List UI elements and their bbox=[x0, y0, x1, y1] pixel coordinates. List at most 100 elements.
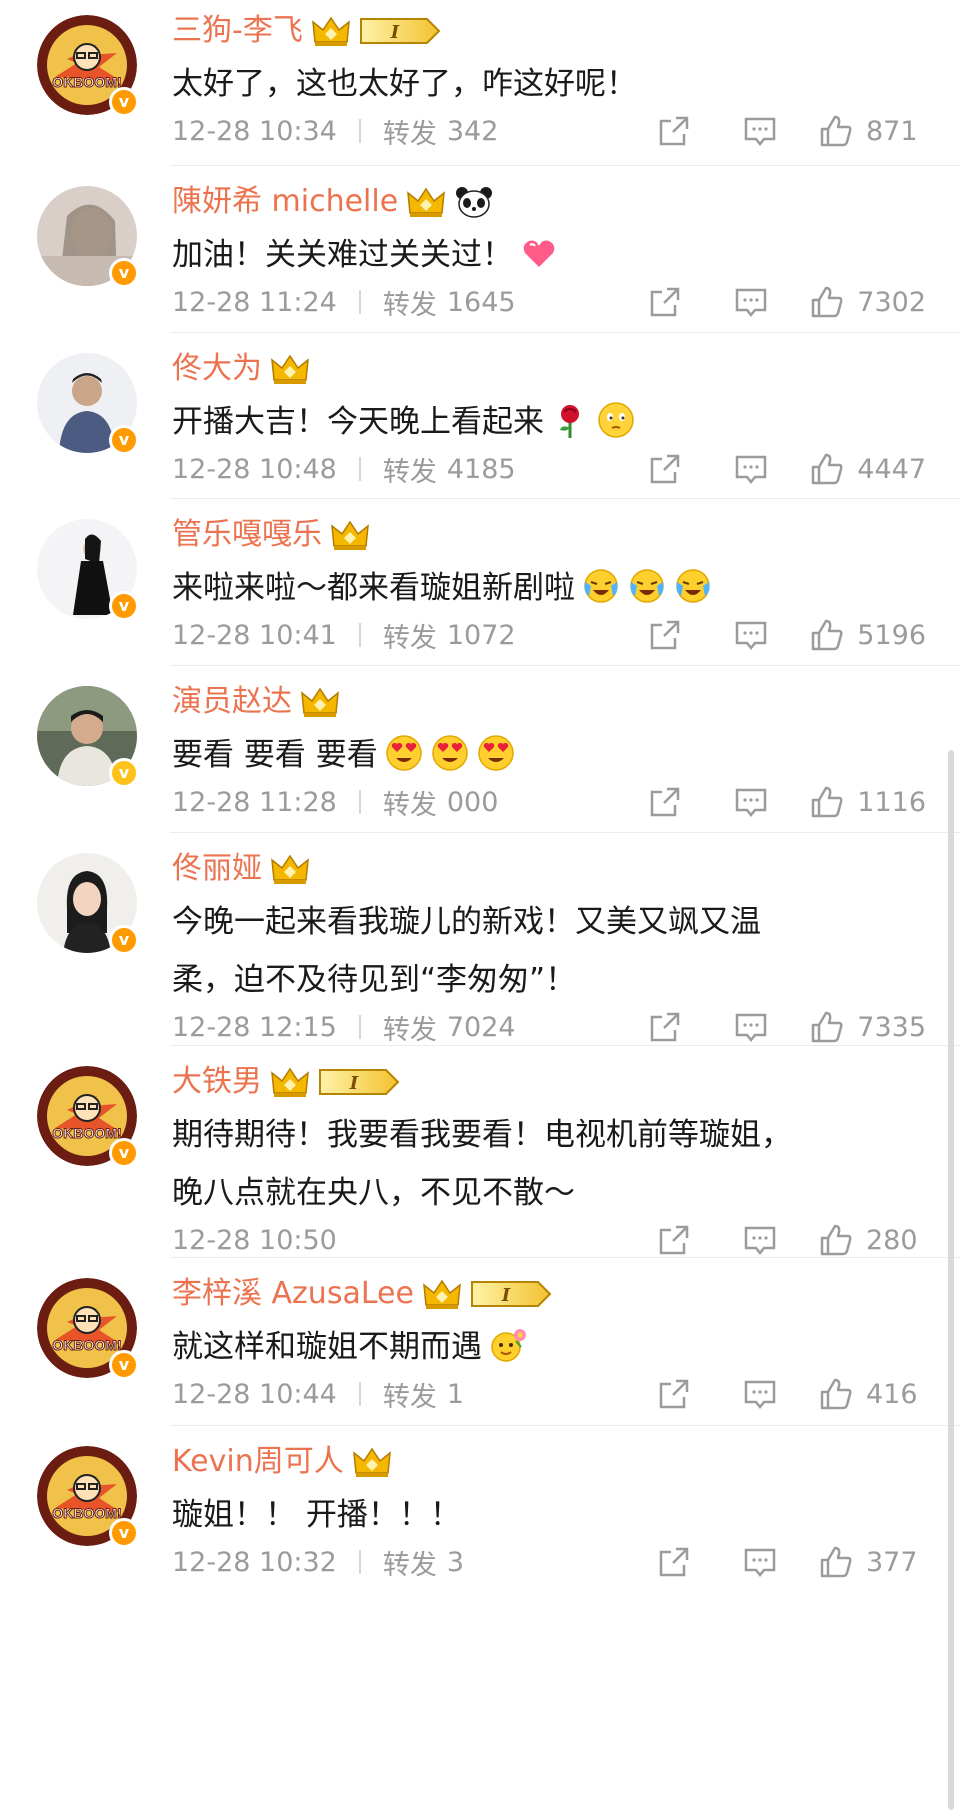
comment-icon[interactable] bbox=[733, 451, 769, 487]
like-count: 377 bbox=[866, 1546, 918, 1578]
svg-text:OKBOOM!: OKBOOM! bbox=[52, 74, 121, 90]
comment-text-body: 今晚一起来看我璇儿的新戏！又美又飒又温 柔，迫不及待见到“李匆匆”！ bbox=[172, 904, 761, 998]
crown-icon bbox=[352, 1445, 392, 1479]
avatar[interactable]: v bbox=[37, 686, 139, 788]
repost-count: 1 bbox=[446, 1378, 465, 1410]
scrollbar[interactable] bbox=[948, 750, 954, 1810]
username[interactable]: 管乐嘎嘎乐 bbox=[172, 515, 322, 555]
comment-text-body: 开播大吉！今天晚上看起来 bbox=[172, 404, 544, 440]
like-button[interactable]: 377 bbox=[818, 1544, 926, 1580]
divider bbox=[358, 457, 361, 481]
like-button[interactable]: 7302 bbox=[809, 284, 926, 320]
repost-label[interactable]: 转发 bbox=[383, 112, 437, 151]
username[interactable]: 李梓溪 AzusaLee bbox=[172, 1274, 414, 1314]
share-icon[interactable] bbox=[656, 113, 692, 149]
comment-item: OKBOOM! v 三狗-李飞 I 太好了，这也太好了，咋这好呢！ 12-28 10:34… bbox=[0, 0, 960, 166]
username[interactable]: 陳妍希 michelle bbox=[172, 182, 398, 222]
username[interactable]: 佟大为 bbox=[172, 349, 262, 389]
like-button[interactable]: 1116 bbox=[809, 784, 926, 820]
verified-badge-icon: v bbox=[109, 925, 139, 955]
share-icon[interactable] bbox=[656, 1222, 692, 1258]
comment-meta: 12-28 12:15 转发 7024 bbox=[172, 1007, 516, 1047]
thumbs-up-icon[interactable] bbox=[809, 451, 845, 487]
username[interactable]: 三狗-李飞 bbox=[172, 11, 303, 51]
share-icon[interactable] bbox=[647, 284, 683, 320]
avatar[interactable]: OKBOOM! v bbox=[37, 1278, 139, 1380]
comment-icon[interactable] bbox=[733, 1009, 769, 1045]
thumbs-up-icon[interactable] bbox=[818, 1544, 854, 1580]
share-icon[interactable] bbox=[647, 451, 683, 487]
repost-label[interactable]: 转发 bbox=[383, 450, 437, 489]
thumbs-up-icon[interactable] bbox=[818, 1376, 854, 1412]
like-button[interactable]: 416 bbox=[818, 1376, 926, 1412]
like-button[interactable]: 4447 bbox=[809, 451, 926, 487]
repost-label[interactable]: 转发 bbox=[383, 616, 437, 655]
comment-icon[interactable] bbox=[742, 1376, 778, 1412]
thumbs-up-icon[interactable] bbox=[818, 113, 854, 149]
share-icon[interactable] bbox=[656, 1376, 692, 1412]
like-button[interactable]: 871 bbox=[818, 113, 926, 149]
share-icon[interactable] bbox=[647, 617, 683, 653]
avatar[interactable]: v bbox=[37, 519, 139, 621]
repost-label[interactable]: 转发 bbox=[383, 1543, 437, 1582]
comment-item: OKBOOM! v 李梓溪 AzusaLee I 就这样和璇姐不期而遇 12-28 10:… bbox=[0, 1258, 960, 1426]
share-icon[interactable] bbox=[647, 784, 683, 820]
comment-icon[interactable] bbox=[742, 1222, 778, 1258]
comment-item: OKBOOM! v Kevin周可人 璇姐！！ 开播！！！ 12-28 10:32 转发 3… bbox=[0, 1426, 960, 1626]
timestamp: 12-28 12:15 bbox=[172, 1011, 337, 1043]
avatar[interactable]: v bbox=[37, 353, 139, 455]
repost-count: 3 bbox=[446, 1546, 465, 1578]
name-row: 佟大为 bbox=[172, 349, 310, 389]
comment-item: v 陳妍希 michelle 加油！关关难过关关过！ 12-28 11:24 转发 164… bbox=[0, 166, 960, 333]
comment-text-body: 来啦来啦～都来看璇姐新剧啦 bbox=[172, 570, 575, 606]
avatar[interactable]: v bbox=[37, 853, 139, 955]
comment-text-body: 就这样和璇姐不期而遇 bbox=[172, 1329, 482, 1365]
comment-text: 要看 要看 要看 bbox=[172, 726, 912, 784]
comment-actions: 7302 bbox=[647, 282, 926, 322]
like-button[interactable]: 280 bbox=[818, 1222, 926, 1258]
comment-actions: 1116 bbox=[647, 782, 926, 822]
thumbs-up-icon[interactable] bbox=[809, 284, 845, 320]
thumbs-up-icon[interactable] bbox=[809, 784, 845, 820]
share-icon[interactable] bbox=[656, 1544, 692, 1580]
comment-meta: 12-28 11:24 转发 1645 bbox=[172, 282, 516, 322]
verified-badge-icon: v bbox=[109, 258, 139, 288]
thumbs-up-icon[interactable] bbox=[809, 617, 845, 653]
comment-icon[interactable] bbox=[742, 113, 778, 149]
avatar[interactable]: v bbox=[37, 186, 139, 288]
like-count: 7302 bbox=[857, 286, 926, 318]
avatar[interactable]: OKBOOM! v bbox=[37, 1066, 139, 1168]
comment-icon[interactable] bbox=[733, 784, 769, 820]
verified-badge-icon: v bbox=[109, 1350, 139, 1380]
like-button[interactable]: 7335 bbox=[809, 1009, 926, 1045]
avatar[interactable]: OKBOOM! v bbox=[37, 15, 139, 117]
comment-actions: 4447 bbox=[647, 449, 926, 489]
avatar[interactable]: OKBOOM! v bbox=[37, 1446, 139, 1548]
thumbs-up-icon[interactable] bbox=[809, 1009, 845, 1045]
repost-label[interactable]: 转发 bbox=[383, 283, 437, 322]
repost-label[interactable]: 转发 bbox=[383, 1375, 437, 1414]
crown-icon bbox=[422, 1277, 462, 1311]
flower-emoji bbox=[488, 1325, 528, 1365]
share-icon[interactable] bbox=[647, 1009, 683, 1045]
verified-badge-icon: v bbox=[109, 1138, 139, 1168]
like-button[interactable]: 5196 bbox=[809, 617, 926, 653]
thumbs-up-icon[interactable] bbox=[818, 1222, 854, 1258]
name-row: 陳妍希 michelle bbox=[172, 182, 494, 222]
level-badge: I bbox=[470, 1278, 554, 1310]
divider bbox=[358, 1550, 361, 1574]
comment-icon[interactable] bbox=[733, 284, 769, 320]
username[interactable]: 佟丽娅 bbox=[172, 849, 262, 889]
username[interactable]: Kevin周可人 bbox=[172, 1442, 344, 1482]
heart-eyes-emoji bbox=[476, 733, 516, 773]
comment-icon[interactable] bbox=[742, 1544, 778, 1580]
comment-text-body: 期待期待！我要看我要看！电视机前等璇姐， 晚八点就在央八，不见不散～ bbox=[172, 1117, 792, 1211]
username[interactable]: 大铁男 bbox=[172, 1062, 262, 1102]
comment-icon[interactable] bbox=[733, 617, 769, 653]
repost-label[interactable]: 转发 bbox=[383, 1008, 437, 1047]
username[interactable]: 演员赵达 bbox=[172, 682, 292, 722]
verified-badge-icon: v bbox=[109, 425, 139, 455]
repost-label[interactable]: 转发 bbox=[383, 783, 437, 822]
name-row: 李梓溪 AzusaLee I bbox=[172, 1274, 554, 1314]
comment-meta: 12-28 10:32 转发 3 bbox=[172, 1542, 464, 1582]
